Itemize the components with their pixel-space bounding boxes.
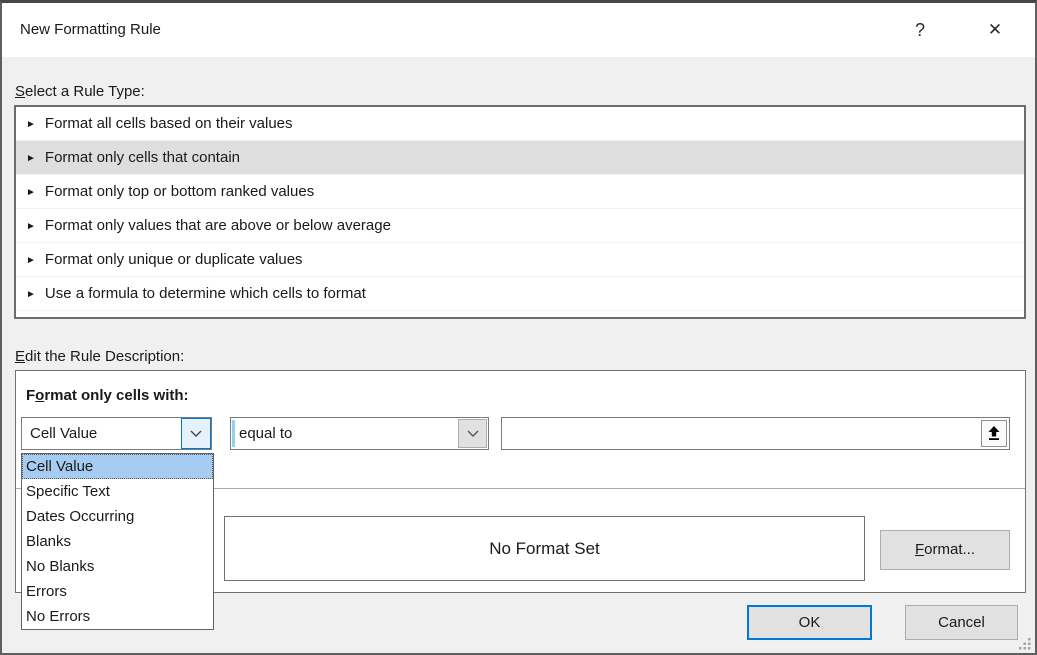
arrow-bullet-icon: ► (26, 255, 36, 266)
rule-type-label: Format all cells based on their values (45, 115, 293, 132)
rule-type-label: Format only values that are above or bel… (45, 217, 391, 234)
dropdown-option[interactable]: Dates Occurring (22, 504, 213, 529)
operator-combo-value: equal to (239, 418, 292, 449)
cancel-button[interactable]: Cancel (905, 605, 1018, 640)
rule-type-item[interactable]: ► Format only top or bottom ranked values (16, 175, 1024, 209)
dropdown-option[interactable]: Blanks (22, 529, 213, 554)
format-only-cells-with-label: Format only cells with: (26, 387, 189, 404)
chevron-down-icon (190, 430, 202, 438)
cell-value-combo-dropdown-button[interactable] (181, 418, 211, 449)
arrow-bullet-icon: ► (26, 119, 36, 130)
operator-combo[interactable]: equal to (230, 417, 489, 450)
rule-type-label: Use a formula to determine which cells t… (45, 285, 366, 302)
text-caret (232, 420, 235, 447)
dropdown-option[interactable]: No Errors (22, 604, 213, 629)
ok-button[interactable]: OK (747, 605, 872, 640)
dropdown-option[interactable]: Errors (22, 579, 213, 604)
rule-type-label: Format only cells that contain (45, 149, 240, 166)
new-formatting-rule-dialog: New Formatting Rule ? ✕ Select a Rule Ty… (0, 0, 1037, 655)
dialog-title: New Formatting Rule (20, 3, 161, 57)
rule-type-item[interactable]: ► Format only values that are above or be… (16, 209, 1024, 243)
chevron-down-icon (467, 430, 479, 438)
cell-value-combo[interactable]: Cell Value (21, 417, 212, 450)
format-button[interactable]: Format... (880, 530, 1010, 570)
edit-rule-description-label: Edit the Rule Description: (15, 348, 184, 365)
arrow-bullet-icon: ► (26, 187, 36, 198)
format-preview-text: No Format Set (489, 539, 600, 558)
close-icon: ✕ (988, 20, 1002, 39)
arrow-bullet-icon: ► (26, 153, 36, 164)
cell-value-dropdown-list: Cell Value Specific Text Dates Occurring… (21, 453, 214, 630)
format-preview: No Format Set (224, 516, 865, 581)
resize-grip[interactable] (1018, 637, 1032, 651)
rule-type-item[interactable]: ► Format all cells based on their values (16, 107, 1024, 141)
help-button[interactable]: ? (900, 3, 940, 57)
cell-value-combo-value: Cell Value (30, 418, 97, 449)
select-rule-type-label: Select a Rule Type: (15, 83, 145, 100)
operator-combo-dropdown-button[interactable] (458, 419, 487, 448)
rule-type-item[interactable]: ► Use a formula to determine which cells … (16, 277, 1024, 311)
rule-value-field (501, 417, 1010, 450)
dropdown-option[interactable]: Specific Text (22, 479, 213, 504)
dropdown-option[interactable]: No Blanks (22, 554, 213, 579)
collapse-dialog-button[interactable] (981, 420, 1007, 447)
close-button[interactable]: ✕ (975, 3, 1015, 57)
rule-type-label: Format only unique or duplicate values (45, 251, 303, 268)
rule-type-item-selected[interactable]: ► Format only cells that contain (16, 141, 1024, 175)
arrow-bullet-icon: ► (26, 289, 36, 300)
title-bar: New Formatting Rule ? ✕ (2, 3, 1035, 57)
rule-type-label: Format only top or bottom ranked values (45, 183, 314, 200)
help-icon: ? (915, 20, 925, 40)
rule-type-list[interactable]: ►Format all cells based on their values … (14, 105, 1026, 319)
arrow-bullet-icon: ► (26, 221, 36, 232)
dropdown-option-selected[interactable]: Cell Value (22, 454, 213, 479)
rule-value-input[interactable] (503, 419, 981, 448)
rule-type-item[interactable]: ► Format only unique or duplicate values (16, 243, 1024, 277)
collapse-dialog-icon (987, 426, 1001, 441)
